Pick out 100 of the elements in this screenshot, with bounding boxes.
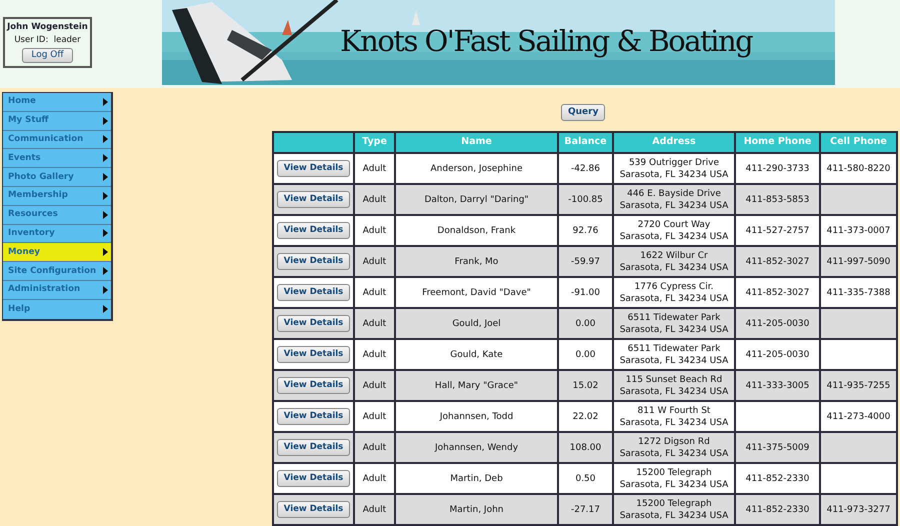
table-cell: 411-273-4000	[820, 401, 897, 432]
table-cell: 115 Sunset Beach Rd Sarasota, FL 34234 USA	[613, 370, 735, 401]
table-cell: Adult	[354, 184, 395, 215]
table-cell: 411-290-3733	[735, 153, 820, 184]
table-cell: Adult	[354, 246, 395, 277]
submenu-arrow-icon	[103, 116, 108, 125]
table-cell: 411-205-0030	[735, 308, 820, 339]
table-cell: 411-853-5853	[735, 184, 820, 215]
table-cell: 92.76	[558, 215, 613, 246]
view-details-button[interactable]: View Details	[276, 501, 350, 518]
table-cell: Johannsen, Wendy	[395, 432, 558, 463]
table-cell: 811 W Fourth St Sarasota, FL 34234 USA	[613, 401, 735, 432]
table-cell: -59.97	[558, 246, 613, 277]
submenu-arrow-icon	[103, 135, 108, 144]
table-cell: 0.00	[558, 339, 613, 370]
column-header: Address	[613, 132, 735, 153]
table-cell: 1272 Digson Rd Sarasota, FL 34234 USA	[613, 432, 735, 463]
table-cell: 411-935-7255	[820, 370, 897, 401]
submenu-arrow-icon	[103, 286, 108, 294]
view-details-button[interactable]: View Details	[276, 377, 350, 394]
table-cell: 411-205-0030	[735, 339, 820, 370]
table-cell: 15.02	[558, 370, 613, 401]
table-cell: Anderson, Josephine	[395, 153, 558, 184]
table-cell: 411-373-0007	[820, 215, 897, 246]
view-details-button[interactable]: View Details	[276, 253, 350, 270]
view-details-button[interactable]: View Details	[276, 439, 350, 456]
table-cell: 411-580-8220	[820, 153, 897, 184]
log-off-button[interactable]: Log Off	[22, 48, 73, 63]
submenu-arrow-icon	[103, 248, 108, 256]
table-cell: 2720 Court Way Sarasota, FL 34234 USA	[613, 215, 735, 246]
table-cell: 411-973-3277	[820, 494, 897, 525]
table-cell: -42.86	[558, 153, 613, 184]
submenu-arrow-icon	[103, 192, 108, 200]
table-cell: -27.17	[558, 494, 613, 525]
table-cell: Adult	[354, 153, 395, 184]
table-cell: Adult	[354, 401, 395, 432]
table-cell: 411-527-2757	[735, 215, 820, 246]
table-cell: 108.00	[558, 432, 613, 463]
table-cell: 1776 Cypress Cir. Sarasota, FL 34234 USA	[613, 277, 735, 308]
table-cell: Gould, Joel	[395, 308, 558, 339]
table-cell: Adult	[354, 494, 395, 525]
table-cell: Dalton, Darryl "Daring"	[395, 184, 558, 215]
user-name: John Wogenstein	[6, 21, 89, 34]
table-cell: -91.00	[558, 277, 613, 308]
table-cell: 6511 Tidewater Park Sarasota, FL 34234 USA	[613, 339, 735, 370]
table-cell: 22.02	[558, 401, 613, 432]
table-cell: 411-852-3027	[735, 246, 820, 277]
menu-item[interactable]: Money	[3, 243, 111, 262]
table-cell: 0.00	[558, 308, 613, 339]
table-cell: Adult	[354, 463, 395, 494]
submenu-arrow-icon	[103, 210, 108, 219]
view-details-button[interactable]: View Details	[276, 470, 350, 487]
view-details-button[interactable]: View Details	[276, 222, 350, 239]
table-cell: Adult	[354, 308, 395, 339]
table-cell: Adult	[354, 432, 395, 463]
table-cell: Freemont, David "Dave"	[395, 277, 558, 308]
banner-title: Knots O'Fast Sailing & Boating	[340, 23, 752, 60]
query-button[interactable]: Query	[561, 104, 606, 121]
column-header: Cell Phone	[820, 132, 897, 153]
table-cell: Frank, Mo	[395, 246, 558, 277]
table-cell: Gould, Kate	[395, 339, 558, 370]
view-details-button[interactable]: View Details	[276, 160, 350, 177]
user-id-text: User ID: leader	[13, 34, 82, 47]
table-cell: 411-375-5009	[735, 432, 820, 463]
table-cell: 15200 Telegraph Sarasota, FL 34234 USA	[613, 494, 735, 525]
table-cell: Adult	[354, 215, 395, 246]
table-cell: 411-335-7388	[820, 277, 897, 308]
table-cell: Martin, Deb	[395, 463, 558, 494]
table-cell: 539 Outrigger Drive Sarasota, FL 34234 USA	[613, 153, 735, 184]
view-details-button[interactable]: View Details	[276, 284, 350, 301]
submenu-arrow-icon	[103, 267, 108, 276]
table-cell: Johannsen, Todd	[395, 401, 558, 432]
table-cell: Hall, Mary "Grace"	[395, 370, 558, 401]
table-cell: Adult	[354, 277, 395, 308]
table-cell: Donaldson, Frank	[395, 215, 558, 246]
table-cell: 411-852-2330	[735, 494, 820, 525]
view-details-button[interactable]: View Details	[276, 315, 350, 332]
submenu-arrow-icon	[103, 154, 108, 162]
table-cell: 446 E. Bayside Drive Sarasota, FL 34234 USA	[613, 184, 735, 215]
table-cell: 411-852-3027	[735, 277, 820, 308]
table-cell: 15200 Telegraph Sarasota, FL 34234 USA	[613, 463, 735, 494]
table-cell: 411-333-3005	[735, 370, 820, 401]
table-cell: 411-997-5090	[820, 246, 897, 277]
submenu-arrow-icon	[103, 305, 108, 314]
submenu-arrow-icon	[103, 98, 108, 106]
submenu-arrow-icon	[103, 173, 108, 182]
table-cell: 0.50	[558, 463, 613, 494]
column-header: Type	[354, 132, 395, 153]
view-details-button[interactable]: View Details	[276, 408, 350, 425]
table-cell: -100.85	[558, 184, 613, 215]
table-cell: Adult	[354, 339, 395, 370]
column-header: Home Phone	[735, 132, 820, 153]
submenu-arrow-icon	[103, 229, 108, 238]
table-cell: 6511 Tidewater Park Sarasota, FL 34234 USA	[613, 308, 735, 339]
view-details-button[interactable]: View Details	[276, 346, 350, 363]
view-details-button[interactable]: View Details	[276, 191, 350, 208]
table-cell: Martin, John	[395, 494, 558, 525]
table-cell: 411-852-2330	[735, 463, 820, 494]
column-header: Name	[395, 132, 558, 153]
table-cell: 1622 Wilbur Cr Sarasota, FL 34234 USA	[613, 246, 735, 277]
